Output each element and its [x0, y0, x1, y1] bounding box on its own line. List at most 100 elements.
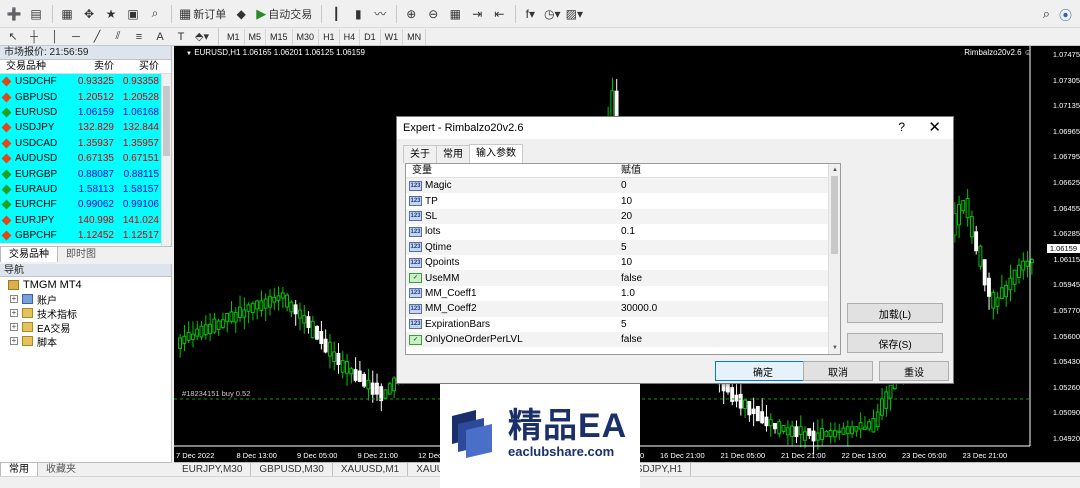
- parameter-row[interactable]: 123 Qpoints 10: [406, 255, 840, 270]
- timeframe-h4[interactable]: H4: [340, 28, 361, 45]
- parameter-value[interactable]: 30000.0: [618, 303, 828, 314]
- timeframe-mn[interactable]: MN: [403, 28, 427, 45]
- parameter-value[interactable]: false: [618, 334, 828, 345]
- col-symbol[interactable]: 交易品种: [0, 60, 72, 73]
- cursor-icon[interactable]: ↖: [4, 29, 22, 45]
- tester-icon[interactable]: ⌕: [145, 4, 165, 24]
- parameter-value[interactable]: 10: [618, 196, 828, 207]
- market-row[interactable]: EURAUD 1.58113 1.58157: [0, 181, 171, 198]
- trendline-icon[interactable]: ╱: [88, 29, 106, 45]
- col-bid[interactable]: 卖价: [72, 60, 117, 73]
- parameter-value[interactable]: 0.1: [618, 226, 828, 237]
- expand-icon[interactable]: +: [10, 295, 18, 303]
- tile-windows-icon[interactable]: ▦: [445, 4, 465, 24]
- market-watch-icon[interactable]: ▦: [57, 4, 77, 24]
- channel-icon[interactable]: ⫽: [109, 29, 127, 45]
- parameter-row[interactable]: ✓ UseMM false: [406, 270, 840, 286]
- tab-favorites[interactable]: 收藏夹: [38, 463, 84, 476]
- parameter-value[interactable]: 5: [618, 242, 828, 253]
- data-window-icon[interactable]: ✥: [79, 4, 99, 24]
- chart-menu-icon[interactable]: ▼: [186, 51, 192, 57]
- auto-trading-button[interactable]: ▶ 自动交易: [253, 4, 315, 24]
- tab-symbols[interactable]: 交易品种: [0, 247, 58, 262]
- crosshair-icon[interactable]: ┼: [25, 29, 43, 45]
- text-icon[interactable]: A: [151, 29, 169, 45]
- fibonacci-icon[interactable]: ≡: [130, 29, 148, 45]
- parameter-row[interactable]: 123 MM_Coeff1 1.0: [406, 286, 840, 301]
- market-watch-scrollbar[interactable]: [161, 74, 171, 246]
- help-icon[interactable]: ?: [898, 120, 905, 134]
- market-row[interactable]: EURCHF 0.99062 0.99106: [0, 197, 171, 213]
- scroll-up-icon[interactable]: ▲: [829, 164, 840, 176]
- parameter-row[interactable]: 123 Magic 0: [406, 178, 840, 194]
- scroll-down-icon[interactable]: ▼: [829, 342, 840, 354]
- parameters-scrollbar[interactable]: ▲ ▼: [828, 164, 840, 354]
- label-icon[interactable]: T: [172, 29, 190, 45]
- market-row[interactable]: EURUSD 1.06159 1.06168: [0, 104, 171, 121]
- cancel-button[interactable]: 取消: [803, 361, 873, 381]
- market-row[interactable]: USDCHF 0.93325 0.93358: [0, 74, 171, 90]
- tab-common[interactable]: 常用: [436, 145, 470, 163]
- market-row[interactable]: EURGBP 0.88087 0.88115: [0, 166, 171, 182]
- scroll-thumb[interactable]: [163, 86, 170, 156]
- new-chart-icon[interactable]: ➕: [4, 4, 24, 24]
- timeframe-m1[interactable]: M1: [223, 28, 245, 45]
- bar-chart-icon[interactable]: ┃: [326, 4, 346, 24]
- shapes-icon[interactable]: ⬘▾: [193, 29, 211, 45]
- auto-scroll-icon[interactable]: ⇥: [467, 4, 487, 24]
- navigator-item-indicators[interactable]: + 技术指标: [0, 306, 171, 321]
- profiles-icon[interactable]: ▤: [26, 4, 46, 24]
- timeframe-m30[interactable]: M30: [293, 28, 320, 45]
- parameter-row[interactable]: 123 lots 0.1: [406, 224, 840, 239]
- metaeditor-icon[interactable]: ◆: [231, 4, 251, 24]
- parameter-value[interactable]: 1.0: [618, 288, 828, 299]
- order-line-label[interactable]: #18234151 buy 0.52: [182, 389, 250, 398]
- chart-tab[interactable]: XAUUSD,M1: [333, 463, 409, 476]
- timeframe-m15[interactable]: M15: [266, 28, 293, 45]
- navigator-item-scripts[interactable]: + 脚本: [0, 334, 171, 349]
- navigator-item-experts[interactable]: + EA交易: [0, 320, 171, 335]
- parameter-value[interactable]: 20: [618, 211, 828, 222]
- indicators-icon[interactable]: f▾: [520, 4, 540, 24]
- market-row[interactable]: GBPCHF 1.12452 1.12517: [0, 227, 171, 244]
- expand-icon[interactable]: +: [10, 323, 18, 331]
- timeframe-w1[interactable]: W1: [381, 28, 404, 45]
- navigator-item-accounts[interactable]: + 账户: [0, 292, 171, 307]
- market-row[interactable]: USDCAD 1.35937 1.35957: [0, 135, 171, 151]
- candlestick-icon[interactable]: ▮: [348, 4, 368, 24]
- periods-icon[interactable]: ◷▾: [542, 4, 562, 24]
- vertical-line-icon[interactable]: │: [46, 29, 64, 45]
- scroll-thumb[interactable]: [831, 176, 838, 254]
- zoom-out-icon[interactable]: ⊖: [423, 4, 443, 24]
- tab-common[interactable]: 常用: [0, 463, 38, 476]
- parameter-value[interactable]: 5: [618, 319, 828, 330]
- market-row[interactable]: GBPUSD 1.20512 1.20528: [0, 89, 171, 105]
- market-row[interactable]: USDJPY 132.829 132.844: [0, 120, 171, 136]
- parameter-value[interactable]: 0: [618, 180, 828, 191]
- market-row[interactable]: AUDUSD 0.67135 0.67151: [0, 150, 171, 167]
- col-ask[interactable]: 买价: [117, 60, 162, 73]
- close-icon[interactable]: ✕: [928, 118, 941, 136]
- tab-inputs[interactable]: 输入参数: [469, 144, 523, 163]
- load-button[interactable]: 加载(L): [847, 303, 943, 323]
- chart-tab[interactable]: GBPUSD,M30: [251, 463, 333, 476]
- parameter-row[interactable]: 123 SL 20: [406, 208, 840, 225]
- parameter-row[interactable]: 123 MM_Coeff2 30000.0: [406, 301, 840, 317]
- timeframe-h1[interactable]: H1: [319, 28, 340, 45]
- community-icon[interactable]: ⦿: [1059, 5, 1072, 24]
- expand-icon[interactable]: +: [10, 337, 18, 345]
- search-icon[interactable]: ⌕: [1043, 6, 1050, 22]
- tab-tick-chart[interactable]: 即时图: [58, 247, 104, 262]
- timeframe-m5[interactable]: M5: [245, 28, 267, 45]
- expand-icon[interactable]: +: [10, 309, 18, 317]
- timeframe-d1[interactable]: D1: [360, 28, 381, 45]
- horizontal-line-icon[interactable]: ─: [67, 29, 85, 45]
- parameter-value[interactable]: false: [618, 273, 828, 284]
- parameter-row[interactable]: 123 ExpirationBars 5: [406, 317, 840, 332]
- parameter-row[interactable]: ✓ OnlyOneOrderPerLVL false: [406, 331, 840, 348]
- line-chart-icon[interactable]: 〰: [370, 4, 390, 24]
- parameter-value[interactable]: 10: [618, 257, 828, 268]
- new-order-button[interactable]: ▦ 新订单: [176, 4, 229, 24]
- col-value[interactable]: 赋值: [618, 164, 828, 177]
- reset-button[interactable]: 重设: [879, 361, 949, 381]
